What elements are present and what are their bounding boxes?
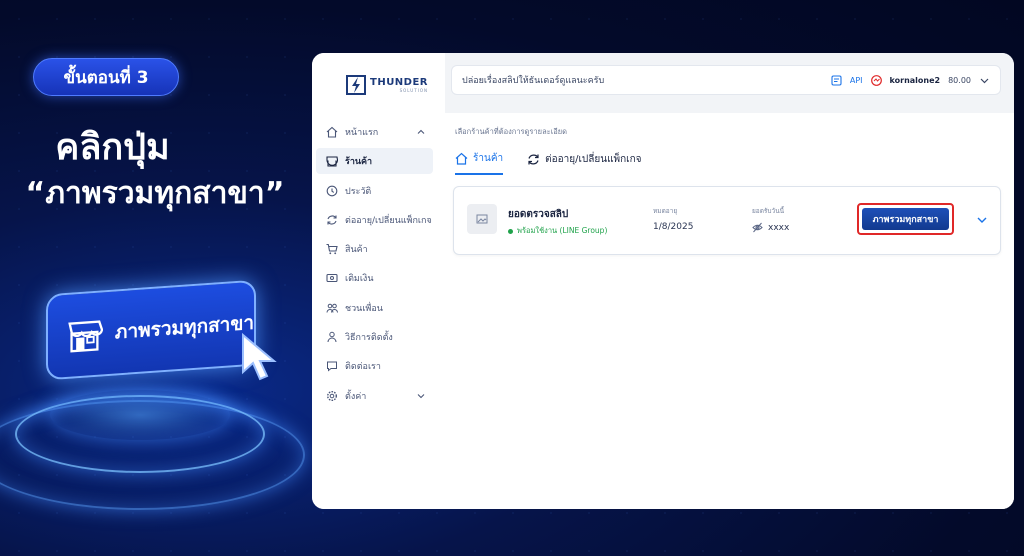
sidebar-item-label: ติดต่อเรา xyxy=(345,362,381,373)
branch-overview-button[interactable]: ภาพรวมทุกสาขา xyxy=(862,208,949,230)
expiry-value: 1/8/2025 xyxy=(653,222,694,232)
renew-icon xyxy=(528,154,539,165)
sidebar-item-install[interactable]: วิธีการติดตั้ง xyxy=(316,324,433,350)
tab-renew[interactable]: ต่ออายุ/เปลี่ยนแพ็กเกจ xyxy=(527,151,642,175)
main-area: ปล่อยเรื่องสลิปให้ธันเดอร์ดูแลนะครับ API… xyxy=(445,53,1014,509)
sidebar-item-topup[interactable]: เติมเงิน xyxy=(316,265,433,291)
sidebar-item-settings[interactable]: ตั้งค่า xyxy=(316,383,433,409)
status-text: พร้อมใช้งาน (LINE Group) xyxy=(517,226,608,235)
chevron-up-icon xyxy=(417,129,425,134)
username: kornalone2 xyxy=(889,75,941,85)
home-icon xyxy=(326,126,338,138)
store-icon xyxy=(68,320,103,353)
sidebar-item-invite[interactable]: ชวนเพื่อน xyxy=(316,295,433,321)
today-value-group: xxxx xyxy=(752,222,789,233)
today-label: ยอดรับวันนี้ xyxy=(752,207,785,215)
today-value: xxxx xyxy=(768,222,790,233)
sidebar-item-label: ต่ออายุ/เปลี่ยนแพ็กเกจ xyxy=(345,215,432,226)
tab-bar: ร้านค้า ต่ออายุ/เปลี่ยนแพ็กเกจ xyxy=(455,151,642,175)
shop-card: ยอดตรวจสลิป พร้อมใช้งาน (LINE Group) หมด… xyxy=(453,186,1001,255)
topup-icon xyxy=(326,274,338,283)
image-icon xyxy=(476,214,488,224)
thunder-logo-icon xyxy=(346,75,366,95)
install-icon xyxy=(327,331,337,343)
topbar-user-area: API kornalone2 80.00 xyxy=(831,66,990,94)
invite-icon xyxy=(326,303,338,313)
sidebar-item-label: วิธีการติดตั้ง xyxy=(345,333,393,344)
status-dot xyxy=(508,228,513,234)
glow-platform-core xyxy=(50,390,230,440)
sidebar-item-label: หน้าแรก xyxy=(345,128,379,138)
avatar-icon xyxy=(870,74,882,86)
tab-label: ต่ออายุ/เปลี่ยนแพ็กเกจ xyxy=(545,154,642,165)
chevron-down-icon[interactable] xyxy=(979,75,990,86)
branch-overview-highlight: ภาพรวมทุกสาขา xyxy=(857,203,954,235)
sidebar-item-renew[interactable]: ต่ออายุ/เปลี่ยนแพ็กเกจ xyxy=(316,207,433,233)
store-icon xyxy=(326,156,338,167)
sidebar-item-label: ชวนเพื่อน xyxy=(345,303,383,314)
sidebar-item-label: เติมเงิน xyxy=(345,274,374,285)
tab-store[interactable]: ร้านค้า xyxy=(455,151,504,175)
contact-icon xyxy=(327,361,337,372)
shop-name: ยอดตรวจสลิป xyxy=(508,209,569,220)
shop-thumbnail xyxy=(467,204,497,234)
api-icon[interactable] xyxy=(831,74,842,86)
content-panel: เลือกร้านค้าที่ต้องการดูรายละเอียด ร้านค… xyxy=(445,113,1014,509)
eye-off-icon[interactable] xyxy=(752,222,763,233)
step-badge: ขั้นตอนที่ 3 xyxy=(33,58,179,96)
headline-primary: คลิกปุ่ม xyxy=(55,127,170,168)
home-icon xyxy=(455,152,468,165)
topbar-message: ปล่อยเรื่องสลิปให้ธันเดอร์ดูแลนะครับ xyxy=(462,76,605,86)
promo-button-label: ภาพรวมทุกสาขา xyxy=(114,311,254,344)
chevron-down-icon[interactable] xyxy=(976,214,988,226)
sidebar: THUNDER SOLUTION หน้าแรก ร้านค้า ประวัติ… xyxy=(312,53,445,509)
sidebar-item-home[interactable]: หน้าแรก xyxy=(316,119,433,145)
gear-icon xyxy=(326,390,338,401)
sidebar-item-products[interactable]: สินค้า xyxy=(316,236,433,262)
content-subtitle: เลือกร้านค้าที่ต้องการดูรายละเอียด xyxy=(455,127,568,136)
promo-branch-overview-button: ภาพรวมทุกสาขา xyxy=(46,279,256,381)
sidebar-item-label: ตั้งค่า xyxy=(345,391,367,402)
sidebar-item-history[interactable]: ประวัติ xyxy=(316,178,433,204)
chevron-down-icon xyxy=(417,393,425,398)
sidebar-item-label: ประวัติ xyxy=(345,186,372,197)
top-bar: ปล่อยเรื่องสลิปให้ธันเดอร์ดูแลนะครับ API… xyxy=(451,65,1001,95)
renew-icon xyxy=(327,215,337,225)
api-label[interactable]: API xyxy=(850,76,863,85)
mouse-cursor-icon xyxy=(242,332,277,381)
status-badge: พร้อมใช้งาน (LINE Group) xyxy=(508,225,607,237)
logo-name: THUNDER xyxy=(370,76,429,88)
headline-secondary: “ภาพรวมทุกสาขา” xyxy=(25,176,285,211)
history-icon xyxy=(326,185,338,196)
logo[interactable]: THUNDER SOLUTION xyxy=(346,75,428,95)
logo-subtitle: SOLUTION xyxy=(399,87,429,93)
app-window: THUNDER SOLUTION หน้าแรก ร้านค้า ประวัติ… xyxy=(312,53,1014,509)
sidebar-item-contact[interactable]: ติดต่อเรา xyxy=(316,353,433,379)
sidebar-item-store[interactable]: ร้านค้า xyxy=(316,148,433,175)
sidebar-item-label: ร้านค้า xyxy=(345,157,373,168)
sidebar-nav: หน้าแรก ร้านค้า ประวัติ ต่ออายุ/เปลี่ยนแ… xyxy=(316,119,433,412)
balance: 80.00 xyxy=(948,75,971,85)
tab-label: ร้านค้า xyxy=(473,153,504,164)
cart-icon xyxy=(326,244,338,255)
expiry-label: หมดอายุ xyxy=(653,207,678,215)
sidebar-item-label: สินค้า xyxy=(345,245,368,256)
